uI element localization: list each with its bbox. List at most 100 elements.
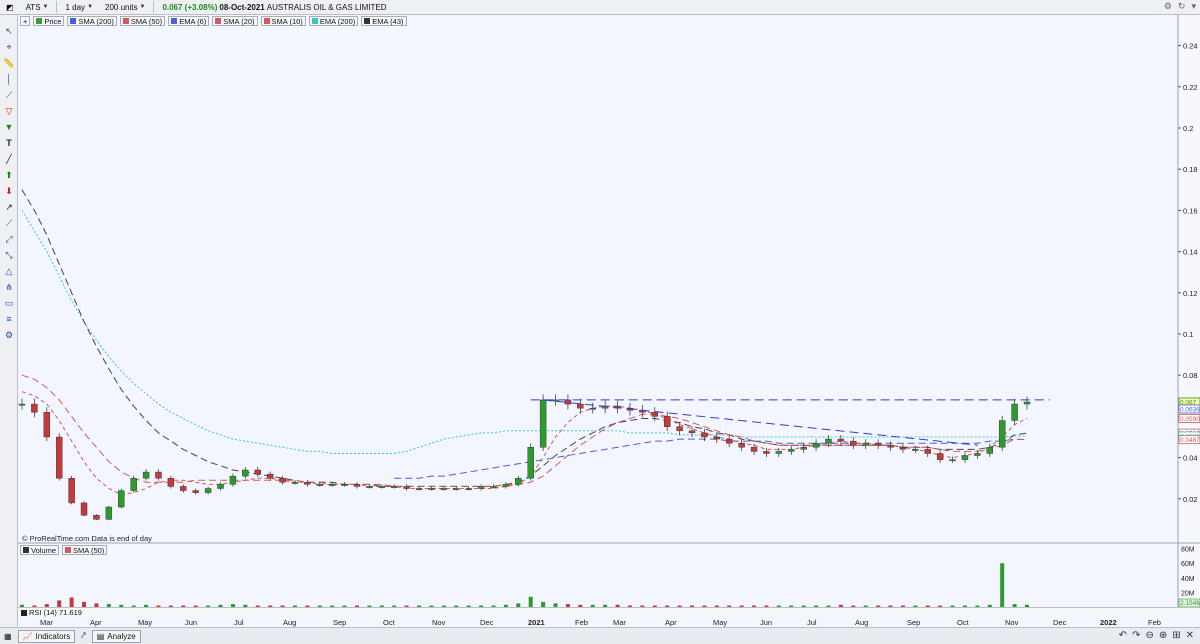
- legend-item-sma20[interactable]: SMA (20): [212, 16, 258, 26]
- grid-icon[interactable]: ▦: [4, 632, 12, 641]
- candle: [254, 469, 261, 475]
- candle: [663, 416, 671, 427]
- rsi-legend[interactable]: RSI (14) 71.619: [21, 608, 82, 617]
- share-icon[interactable]: ⤤: [81, 631, 86, 641]
- lock-icon[interactable]: ⚙: [1164, 1, 1172, 12]
- legend-item-add[interactable]: +: [20, 16, 31, 26]
- x-axis-label: Apr: [90, 618, 102, 627]
- rsi-panel: RSI (14) 71.619: [18, 607, 1200, 617]
- analyze-button[interactable]: ▤ Analyze: [91, 629, 141, 643]
- segment-icon[interactable]: ⤡: [2, 249, 16, 261]
- candle: [726, 438, 733, 444]
- legend-item-ema6[interactable]: EMA (6): [168, 16, 210, 26]
- legend-item-ema43[interactable]: EMA (43): [361, 16, 407, 26]
- vertical-line-icon[interactable]: │: [2, 73, 16, 85]
- undo-icon[interactable]: ↶: [1119, 630, 1127, 641]
- legend-swatch: [215, 18, 222, 24]
- text-tool-icon[interactable]: T: [2, 137, 16, 149]
- x-axis-label: 2021: [528, 618, 545, 627]
- fibonacci-icon[interactable]: ▽: [2, 105, 16, 117]
- ruler-icon[interactable]: 📏: [2, 57, 16, 69]
- volume-bar: [69, 597, 74, 607]
- candle: [651, 412, 658, 417]
- pitchfork-icon[interactable]: ⋔: [2, 281, 16, 293]
- candle: [242, 469, 249, 477]
- price-label: 0.0487: [1180, 437, 1200, 444]
- cursor-icon[interactable]: ↖: [2, 25, 16, 37]
- candle: [701, 432, 708, 438]
- candle: [850, 440, 857, 446]
- rectangle-icon[interactable]: ▭: [2, 297, 16, 309]
- candle: [266, 473, 274, 479]
- line-icon[interactable]: ╱: [2, 153, 16, 165]
- settings-icon[interactable]: ⚙: [2, 329, 16, 341]
- arrow-icon[interactable]: ↗: [2, 201, 16, 213]
- zoom-in-icon[interactable]: ⊕: [1159, 630, 1167, 641]
- analyze-icon: ▤: [96, 631, 105, 641]
- candle: [874, 442, 882, 446]
- candle: [477, 486, 485, 489]
- fan-icon[interactable]: ⟋: [2, 89, 16, 101]
- arrow-up-icon[interactable]: ⬆: [2, 169, 16, 181]
- candle: [31, 403, 38, 413]
- zoom-fit-icon[interactable]: ⊞: [1172, 630, 1180, 641]
- copyright-note: © ProRealTime.com Data is end of day: [22, 534, 152, 543]
- redo-icon[interactable]: ↷: [1132, 630, 1140, 641]
- candle: [1023, 401, 1031, 405]
- legend-item-ema200[interactable]: EMA (200): [308, 16, 359, 26]
- legend-item-sma200[interactable]: SMA (200): [67, 16, 117, 26]
- candle: [378, 486, 386, 488]
- x-axis-label: May: [138, 618, 153, 627]
- x-axis-label: Feb: [575, 618, 588, 627]
- arrow-down-icon[interactable]: ⬇: [2, 185, 16, 197]
- sync-icon[interactable]: ↻: [1178, 1, 1186, 12]
- chart-settings-icon[interactable]: ◩: [2, 1, 18, 14]
- candle: [391, 486, 398, 488]
- legend-label: EMA (6): [179, 16, 207, 26]
- legend-label: SMA (50): [130, 16, 163, 26]
- units-selector[interactable]: 200 units ▼: [101, 1, 149, 14]
- levels-icon[interactable]: ≡: [2, 313, 16, 325]
- candle: [998, 420, 1006, 448]
- crosshair-icon[interactable]: ⌖: [2, 41, 16, 53]
- legend-item-price[interactable]: Price: [33, 16, 65, 26]
- volume-tick-label: 80M: [1181, 547, 1195, 554]
- zoom-out-icon[interactable]: ⊖: [1145, 630, 1153, 641]
- more-icon[interactable]: ▾: [1191, 1, 1196, 12]
- legend-label: SMA (50): [73, 545, 105, 555]
- symbol-selector[interactable]: ATS ▼: [22, 1, 53, 14]
- legend-swatch: [263, 18, 270, 24]
- trendline-icon[interactable]: ⟋: [2, 217, 16, 229]
- indicators-button[interactable]: 📈 Indicators: [17, 629, 76, 643]
- candle: [515, 478, 522, 485]
- y-tick-label: 0.08: [1183, 371, 1198, 380]
- x-axis-label: Jun: [760, 618, 773, 627]
- candle: [800, 447, 807, 450]
- close-icon[interactable]: ✕: [1186, 630, 1194, 641]
- channel-icon[interactable]: ▼: [2, 121, 16, 133]
- candle: [229, 475, 237, 485]
- price-chart-svg[interactable]: 0.240.220.20.180.160.140.120.10.080.060.…: [18, 15, 1200, 607]
- timeframe-label: 1 day: [65, 2, 86, 12]
- candle: [403, 486, 410, 489]
- ray-icon[interactable]: ⤢: [2, 233, 16, 245]
- x-axis-label: Oct: [957, 618, 969, 627]
- y-tick-label: 0.16: [1183, 206, 1198, 215]
- candle: [887, 445, 894, 448]
- candle: [453, 488, 460, 490]
- y-tick-label: 0.18: [1183, 165, 1198, 174]
- volume-tick-label: 40M: [1181, 576, 1195, 583]
- candle: [118, 490, 125, 508]
- volume-bar: [1000, 563, 1005, 607]
- triangle-icon[interactable]: △: [2, 265, 16, 277]
- legend-item-sma50[interactable]: SMA (50): [119, 16, 166, 26]
- legend-item-sma10[interactable]: SMA (10): [260, 16, 306, 26]
- y-tick-label: 0.02: [1183, 495, 1198, 504]
- legend-item-volume-sma50[interactable]: SMA (50): [62, 545, 108, 555]
- y-tick-label: 0.24: [1183, 42, 1198, 51]
- legend-item-volume[interactable]: Volume: [20, 545, 60, 555]
- divider: [56, 1, 58, 13]
- candle: [812, 442, 820, 448]
- timeframe-selector[interactable]: 1 day ▼: [61, 1, 97, 14]
- candle: [974, 453, 981, 456]
